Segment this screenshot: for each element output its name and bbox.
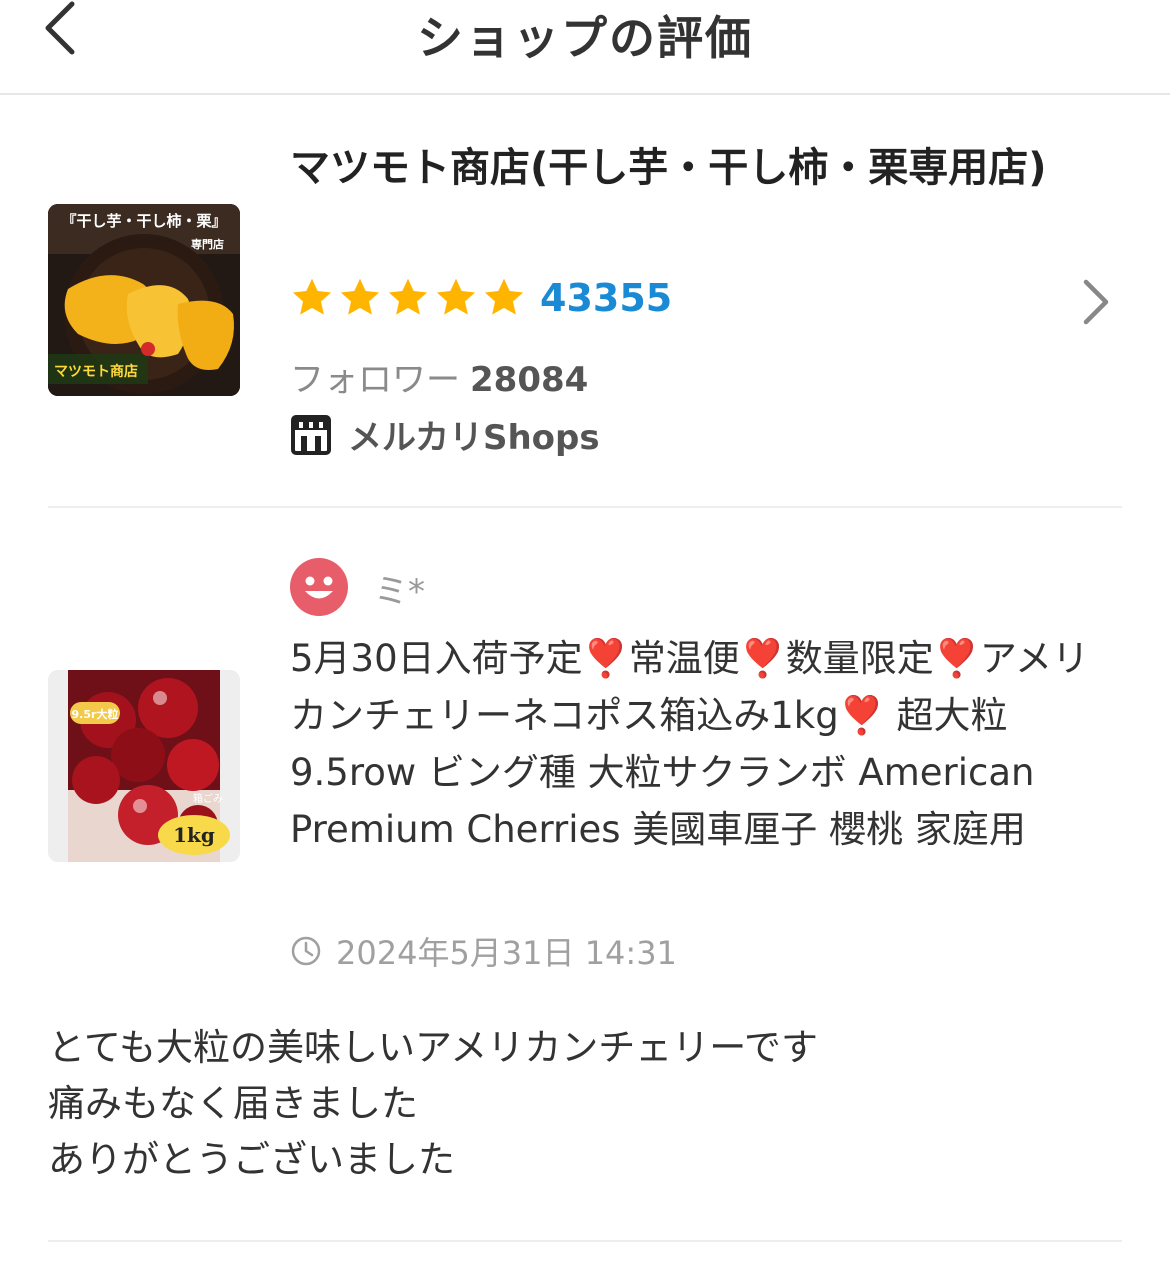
timestamp-text: 2024年5月31日 14:31: [336, 934, 677, 972]
star-icon: [484, 278, 524, 315]
review-comment: とても大粒の美味しいアメリカンチェリーです 痛みもなく届きました ありがとうござ…: [48, 1026, 818, 1181]
shop-thumb-top-text: 『干し芋・干し柿・栗』: [61, 212, 226, 230]
smiley-face-icon: [290, 558, 348, 616]
star-icon: [292, 278, 332, 315]
rating-count[interactable]: 43355: [540, 276, 672, 320]
shop-thumb-bottom-text: マツモト商店: [54, 363, 138, 380]
page-title: ショップの評価: [417, 11, 753, 65]
mercari-shops-badge: メルカリShops: [290, 410, 600, 459]
follower-number: 28084: [470, 360, 589, 400]
reviewer-name: ミ*: [374, 572, 425, 612]
product-title[interactable]: 5月30日入荷予定❣️常温便❣️数量限定❣️アメリカンチェリーネコポス箱込み1k…: [290, 630, 1120, 858]
product-thumb-box-text: 箱ごみ: [193, 792, 223, 805]
follower-count: フォロワー 28084: [290, 352, 588, 401]
chevron-right-icon[interactable]: [1078, 278, 1114, 326]
shop-rating: 43355: [290, 273, 672, 323]
product-thumb-tag: 9.5r大粒: [72, 707, 119, 721]
star-icon: [388, 278, 428, 315]
shop-storefront-icon: [291, 414, 331, 455]
star-icon: [340, 278, 380, 315]
shop-name[interactable]: マツモト商店(干し芋・干し柿・栗専用店): [290, 140, 1050, 196]
shop-summary[interactable]: 『干し芋・干し柿・栗』 専門店 マツモト商店 マツモト商店(干し芋・干し柿・栗専…: [48, 130, 1122, 508]
shop-thumbnail: 『干し芋・干し柿・栗』 専門店 マツモト商店: [48, 204, 240, 396]
shop-thumb-sub-text: 専門店: [191, 237, 224, 251]
follower-label: フォロワー: [290, 360, 460, 400]
divider: [48, 1240, 1122, 1242]
review-item: ミ* 9.5r大粒 箱ごみ 1kg 5月30日入荷予定❣️常温便❣️数量限定❣️…: [48, 530, 1122, 1242]
product-thumbnail[interactable]: 9.5r大粒 箱ごみ 1kg: [48, 670, 240, 862]
mercari-shops-label: メルカリShops: [348, 418, 600, 458]
shop-review-page: ショップの評価 『干し芋・干し柿・栗』 専門店 マツモト商店 マツモト商店(干し…: [0, 0, 1170, 1283]
review-timestamp: 2024年5月31日 14:31: [290, 928, 677, 974]
clock-icon: [291, 936, 321, 966]
rating-stars: [290, 276, 526, 320]
star-icon: [436, 278, 476, 315]
header-bar: ショップの評価: [0, 0, 1170, 95]
product-thumb-weight: 1kg: [173, 823, 215, 847]
